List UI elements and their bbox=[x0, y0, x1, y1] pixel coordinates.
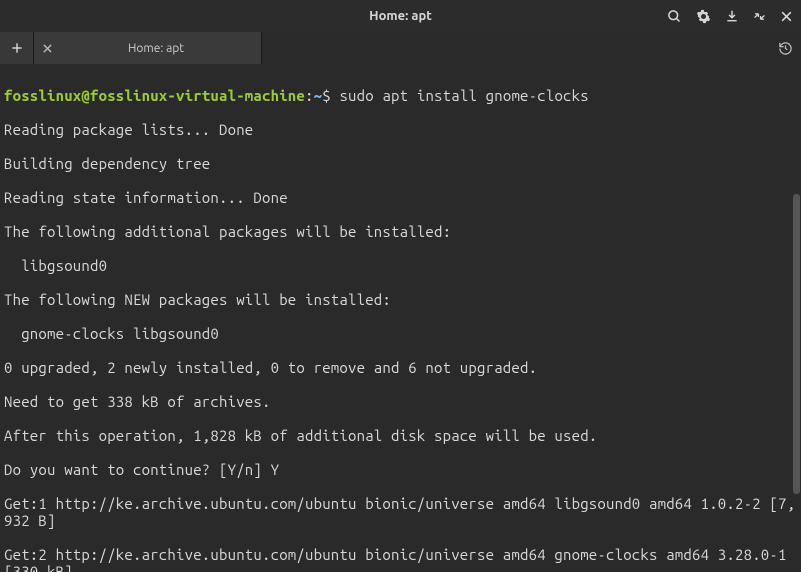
terminal-line: Reading state information... Done bbox=[4, 189, 797, 206]
terminal-line: The following additional packages will b… bbox=[4, 223, 797, 240]
history-icon[interactable] bbox=[778, 32, 793, 64]
terminal-output[interactable]: fosslinux@fosslinux-virtual-machine:~$ s… bbox=[0, 64, 801, 572]
gear-icon[interactable] bbox=[696, 9, 711, 24]
scrollbar-thumb[interactable] bbox=[793, 194, 800, 494]
tab-bar: Home: apt bbox=[0, 32, 801, 64]
tab-close-icon[interactable] bbox=[42, 43, 53, 54]
terminal-line: Do you want to continue? [Y/n] Y bbox=[4, 461, 797, 478]
terminal-line: Get:1 http://ke.archive.ubuntu.com/ubunt… bbox=[4, 495, 797, 529]
tab-label: Home: apt bbox=[59, 42, 253, 55]
prompt-path: ~ bbox=[314, 87, 323, 104]
terminal-line: 0 upgraded, 2 newly installed, 0 to remo… bbox=[4, 359, 797, 376]
new-tab-button[interactable] bbox=[0, 32, 34, 64]
terminal-line: Need to get 338 kB of archives. bbox=[4, 393, 797, 410]
terminal-line: Building dependency tree bbox=[4, 155, 797, 172]
terminal-line: Reading package lists... Done bbox=[4, 121, 797, 138]
prompt-user: fosslinux@fosslinux-virtual-machine bbox=[4, 87, 305, 104]
terminal-line: gnome-clocks libgsound0 bbox=[4, 325, 797, 342]
download-icon[interactable] bbox=[725, 9, 739, 23]
terminal-line: libgsound0 bbox=[4, 257, 797, 274]
window-title: Home: apt bbox=[369, 9, 432, 23]
terminal-line: After this operation, 1,828 kB of additi… bbox=[4, 427, 797, 444]
terminal-line: The following NEW packages will be insta… bbox=[4, 291, 797, 308]
terminal-line: Get:2 http://ke.archive.ubuntu.com/ubunt… bbox=[4, 546, 797, 572]
title-bar: Home: apt bbox=[0, 0, 801, 32]
maximize-icon[interactable] bbox=[753, 10, 766, 23]
terminal-line: fosslinux@fosslinux-virtual-machine:~$ s… bbox=[4, 87, 797, 104]
close-icon[interactable] bbox=[780, 10, 793, 23]
search-icon[interactable] bbox=[667, 9, 682, 24]
tab-home-apt[interactable]: Home: apt bbox=[34, 32, 262, 64]
command-text: sudo apt install gnome-clocks bbox=[339, 87, 588, 104]
titlebar-controls bbox=[667, 9, 793, 24]
